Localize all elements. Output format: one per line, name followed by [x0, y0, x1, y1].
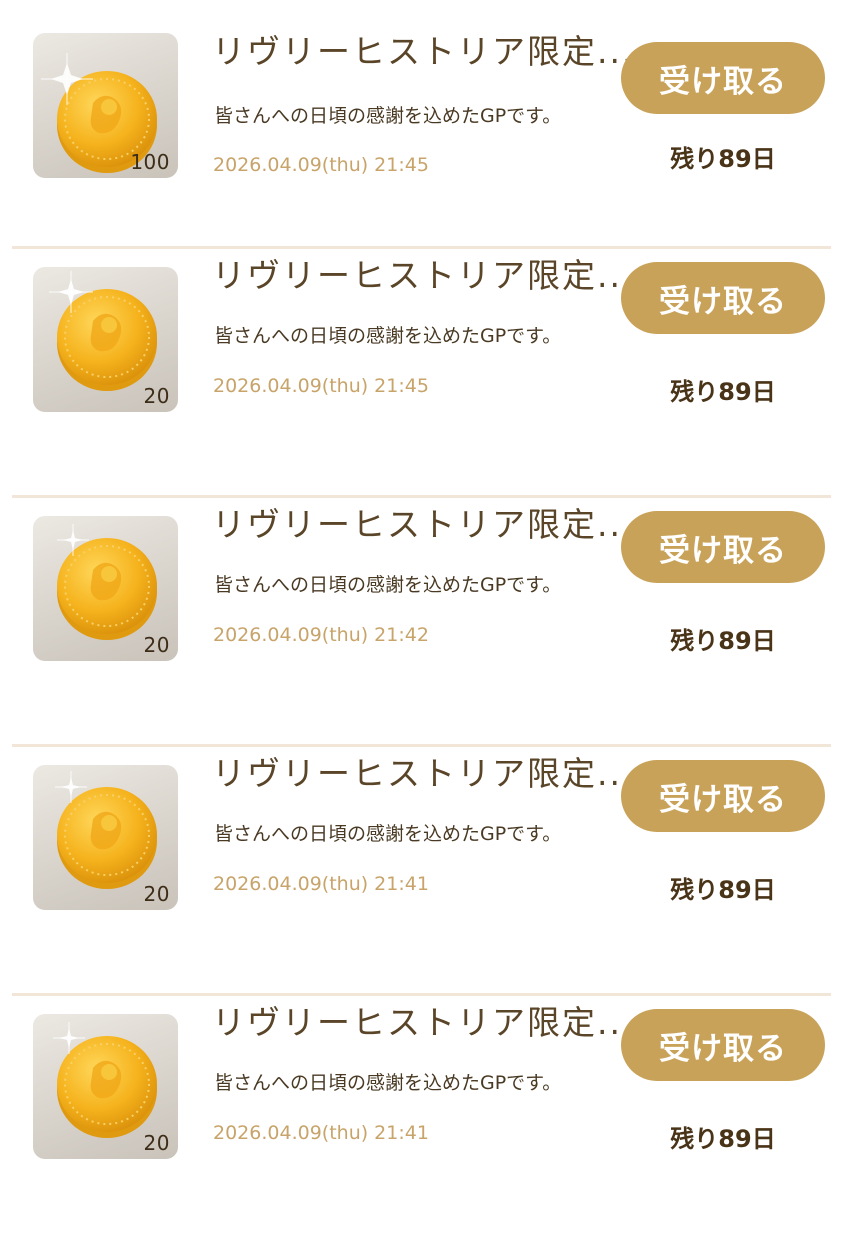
- gift-date: 2026.04.09(thu) 21:45: [213, 375, 429, 397]
- remaining-days: 残り89日: [670, 145, 776, 173]
- remaining-days: 残り89日: [670, 1125, 776, 1153]
- gift-item: 20 リヴリーヒストリア限定... 皆さんへの日頃の感謝を込めたGPです。 20…: [12, 996, 831, 1245]
- remaining-days: 残り89日: [670, 378, 776, 406]
- gift-item: 100 リヴリーヒストリア限定... 皆さんへの日頃の感謝を込めたGPです。 2…: [12, 0, 831, 249]
- coin-amount: 20: [143, 882, 170, 906]
- gift-list: 100 リヴリーヒストリア限定... 皆さんへの日頃の感謝を込めたGPです。 2…: [0, 0, 847, 1200]
- coin-thumbnail: 100: [33, 33, 178, 178]
- claim-button[interactable]: 受け取る: [621, 42, 825, 114]
- gift-date: 2026.04.09(thu) 21:41: [213, 1122, 429, 1144]
- gift-item: 20 リヴリーヒストリア限定... 皆さんへの日頃の感謝を込めたGPです。 20…: [12, 249, 831, 498]
- gift-title: リヴリーヒストリア限定...: [212, 256, 635, 295]
- gift-date: 2026.04.09(thu) 21:41: [213, 873, 429, 895]
- gift-description: 皆さんへの日頃の感謝を込めたGPです。: [214, 574, 562, 596]
- remaining-days: 残り89日: [670, 627, 776, 655]
- gift-title: リヴリーヒストリア限定...: [212, 505, 635, 544]
- gift-item: 20 リヴリーヒストリア限定... 皆さんへの日頃の感謝を込めたGPです。 20…: [12, 498, 831, 747]
- gift-description: 皆さんへの日頃の感謝を込めたGPです。: [214, 823, 562, 845]
- coin-thumbnail: 20: [33, 516, 178, 661]
- gift-date: 2026.04.09(thu) 21:45: [213, 154, 429, 176]
- claim-button[interactable]: 受け取る: [621, 1009, 825, 1081]
- gift-item: 20 リヴリーヒストリア限定... 皆さんへの日頃の感謝を込めたGPです。 20…: [12, 747, 831, 996]
- gift-description: 皆さんへの日頃の感謝を込めたGPです。: [214, 1072, 562, 1094]
- claim-button[interactable]: 受け取る: [621, 511, 825, 583]
- claim-button[interactable]: 受け取る: [621, 760, 825, 832]
- gift-description: 皆さんへの日頃の感謝を込めたGPです。: [214, 105, 562, 127]
- coin-thumbnail: 20: [33, 267, 178, 412]
- coin-thumbnail: 20: [33, 765, 178, 910]
- gift-title: リヴリーヒストリア限定...: [212, 32, 635, 71]
- coin-amount: 100: [130, 150, 170, 174]
- gift-description: 皆さんへの日頃の感謝を込めたGPです。: [214, 325, 562, 347]
- coin-amount: 20: [143, 384, 170, 408]
- gift-title: リヴリーヒストリア限定...: [212, 1003, 635, 1042]
- gift-date: 2026.04.09(thu) 21:42: [213, 624, 429, 646]
- coin-amount: 20: [143, 633, 170, 657]
- coin-thumbnail: 20: [33, 1014, 178, 1159]
- remaining-days: 残り89日: [670, 876, 776, 904]
- claim-button[interactable]: 受け取る: [621, 262, 825, 334]
- gift-title: リヴリーヒストリア限定...: [212, 754, 635, 793]
- coin-amount: 20: [143, 1131, 170, 1155]
